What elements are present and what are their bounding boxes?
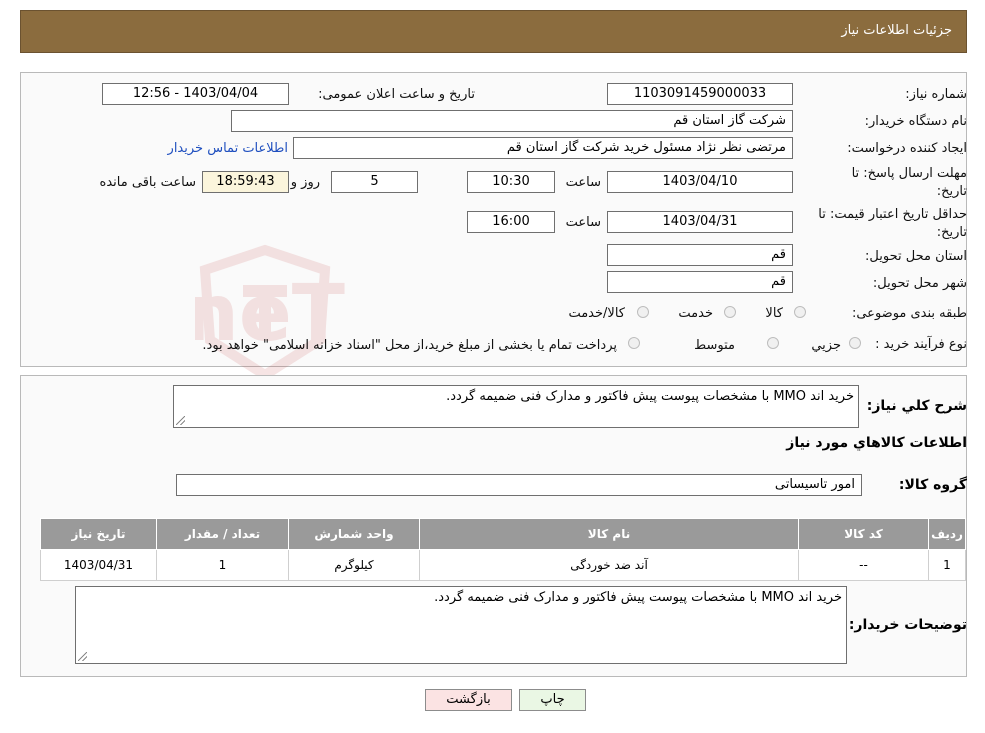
validity-date-field: 1403/04/31 bbox=[607, 211, 793, 233]
validity-label: حداقل تاریخ اعتبار قیمت: تا bbox=[818, 207, 967, 222]
page-title: جزئیات اطلاعات نیاز bbox=[841, 23, 952, 38]
process-radio-minor[interactable] bbox=[849, 337, 861, 349]
days-field: 5 bbox=[331, 171, 418, 193]
process-radio-medium[interactable] bbox=[767, 337, 779, 349]
buyer-notes-text: خرید اند MMO با مشخصات پیوست پیش فاکتور … bbox=[434, 590, 842, 605]
deadline-date-field: 1403/04/10 bbox=[607, 171, 793, 193]
col-code-header: کد کالا bbox=[798, 518, 929, 550]
page-header: جزئیات اطلاعات نیاز bbox=[20, 10, 967, 53]
cell-unit: کیلوگرم bbox=[288, 549, 420, 581]
treasury-note: پرداخت تمام یا بخشی از مبلغ خرید،از محل … bbox=[202, 338, 617, 353]
announce-label: تاریخ و ساعت اعلان عمومی: bbox=[318, 87, 475, 102]
treasury-checkbox[interactable] bbox=[628, 337, 640, 349]
col-row-header: رديف bbox=[928, 518, 966, 550]
cell-code: -- bbox=[798, 549, 929, 581]
cell-row: 1 bbox=[928, 549, 966, 581]
creator-field: مرتضی نظر نژاد مسئول خرید شرکت گاز استان… bbox=[293, 137, 793, 159]
buyer-notes-label: توضيحات خريدار: bbox=[848, 617, 967, 633]
category-option-goods: کالا bbox=[765, 306, 783, 321]
province-label: استان محل تحویل: bbox=[865, 249, 967, 264]
goods-group-label: گروه کالا: bbox=[898, 477, 967, 493]
need-number-label: شماره نیاز: bbox=[905, 87, 967, 102]
validity-label-date: تاریخ: bbox=[936, 225, 967, 240]
buyer-org-field: شرکت گاز استان قم bbox=[231, 110, 793, 132]
creator-label: ایجاد کننده درخواست: bbox=[847, 141, 967, 156]
col-name-header: نام کالا bbox=[419, 518, 799, 550]
goods-info-title: اطلاعات کالاهاي مورد نياز bbox=[786, 435, 967, 451]
summary-textarea[interactable]: خرید اند MMO با مشخصات پیوست پیش فاکتور … bbox=[173, 385, 859, 428]
table-header-row: رديف کد کالا نام کالا واحد شمارش تعداد /… bbox=[40, 518, 966, 550]
buyer-org-label: نام دستگاه خریدار: bbox=[864, 114, 967, 129]
resize-grip-icon[interactable] bbox=[78, 652, 87, 661]
resize-grip-icon[interactable] bbox=[176, 416, 185, 425]
city-field: قم bbox=[607, 271, 793, 293]
category-radio-goods[interactable] bbox=[794, 306, 806, 318]
cell-date: 1403/04/31 bbox=[40, 549, 157, 581]
days-label: روز و bbox=[290, 175, 320, 190]
validity-time-field: 16:00 bbox=[467, 211, 555, 233]
col-date-header: تاريخ نياز bbox=[40, 518, 157, 550]
category-label: طبقه بندی موضوعی: bbox=[851, 306, 967, 321]
table-row: 1 -- آند ضد خوردگی کیلوگرم 1 1403/04/31 bbox=[40, 549, 966, 581]
process-label: نوع فرآیند خرید : bbox=[875, 337, 967, 352]
validity-time-label: ساعت bbox=[565, 215, 601, 230]
cell-name: آند ضد خوردگی bbox=[419, 549, 799, 581]
category-radio-service[interactable] bbox=[724, 306, 736, 318]
process-option-medium: متوسط bbox=[694, 338, 735, 353]
category-option-service: خدمت bbox=[678, 306, 713, 321]
category-radio-goods-service[interactable] bbox=[637, 306, 649, 318]
summary-text: خرید اند MMO با مشخصات پیوست پیش فاکتور … bbox=[446, 389, 854, 404]
category-option-goods-service: کالا/خدمت bbox=[568, 306, 625, 321]
col-qty-header: تعداد / مقدار bbox=[156, 518, 289, 550]
province-field: قم bbox=[607, 244, 793, 266]
city-label: شهر محل تحویل: bbox=[872, 276, 967, 291]
goods-group-field: امور تاسیساتی bbox=[176, 474, 862, 496]
goods-table: رديف کد کالا نام کالا واحد شمارش تعداد /… bbox=[40, 518, 966, 581]
need-number-field: 1103091459000033 bbox=[607, 83, 793, 105]
deadline-label-date: تاریخ: bbox=[936, 184, 967, 199]
col-unit-header: واحد شمارش bbox=[288, 518, 420, 550]
process-option-minor: جزیي bbox=[811, 338, 841, 353]
summary-label: شرح کلي نياز: bbox=[866, 398, 967, 414]
buyer-contact-link[interactable]: اطلاعات تماس خریدار bbox=[168, 141, 288, 156]
deadline-label: مهلت ارسال پاسخ: تا bbox=[851, 166, 967, 181]
cell-qty: 1 bbox=[156, 549, 289, 581]
deadline-time-label: ساعت bbox=[565, 175, 601, 190]
remaining-label: ساعت باقی مانده bbox=[99, 175, 196, 190]
remaining-time-field: 18:59:43 bbox=[202, 171, 289, 193]
buyer-notes-textarea[interactable]: خرید اند MMO با مشخصات پیوست پیش فاکتور … bbox=[75, 586, 847, 664]
back-button[interactable]: بازگشت bbox=[425, 689, 512, 711]
deadline-time-field: 10:30 bbox=[467, 171, 555, 193]
print-button[interactable]: چاپ bbox=[519, 689, 586, 711]
announce-field: 1403/04/04 - 12:56 bbox=[102, 83, 289, 105]
